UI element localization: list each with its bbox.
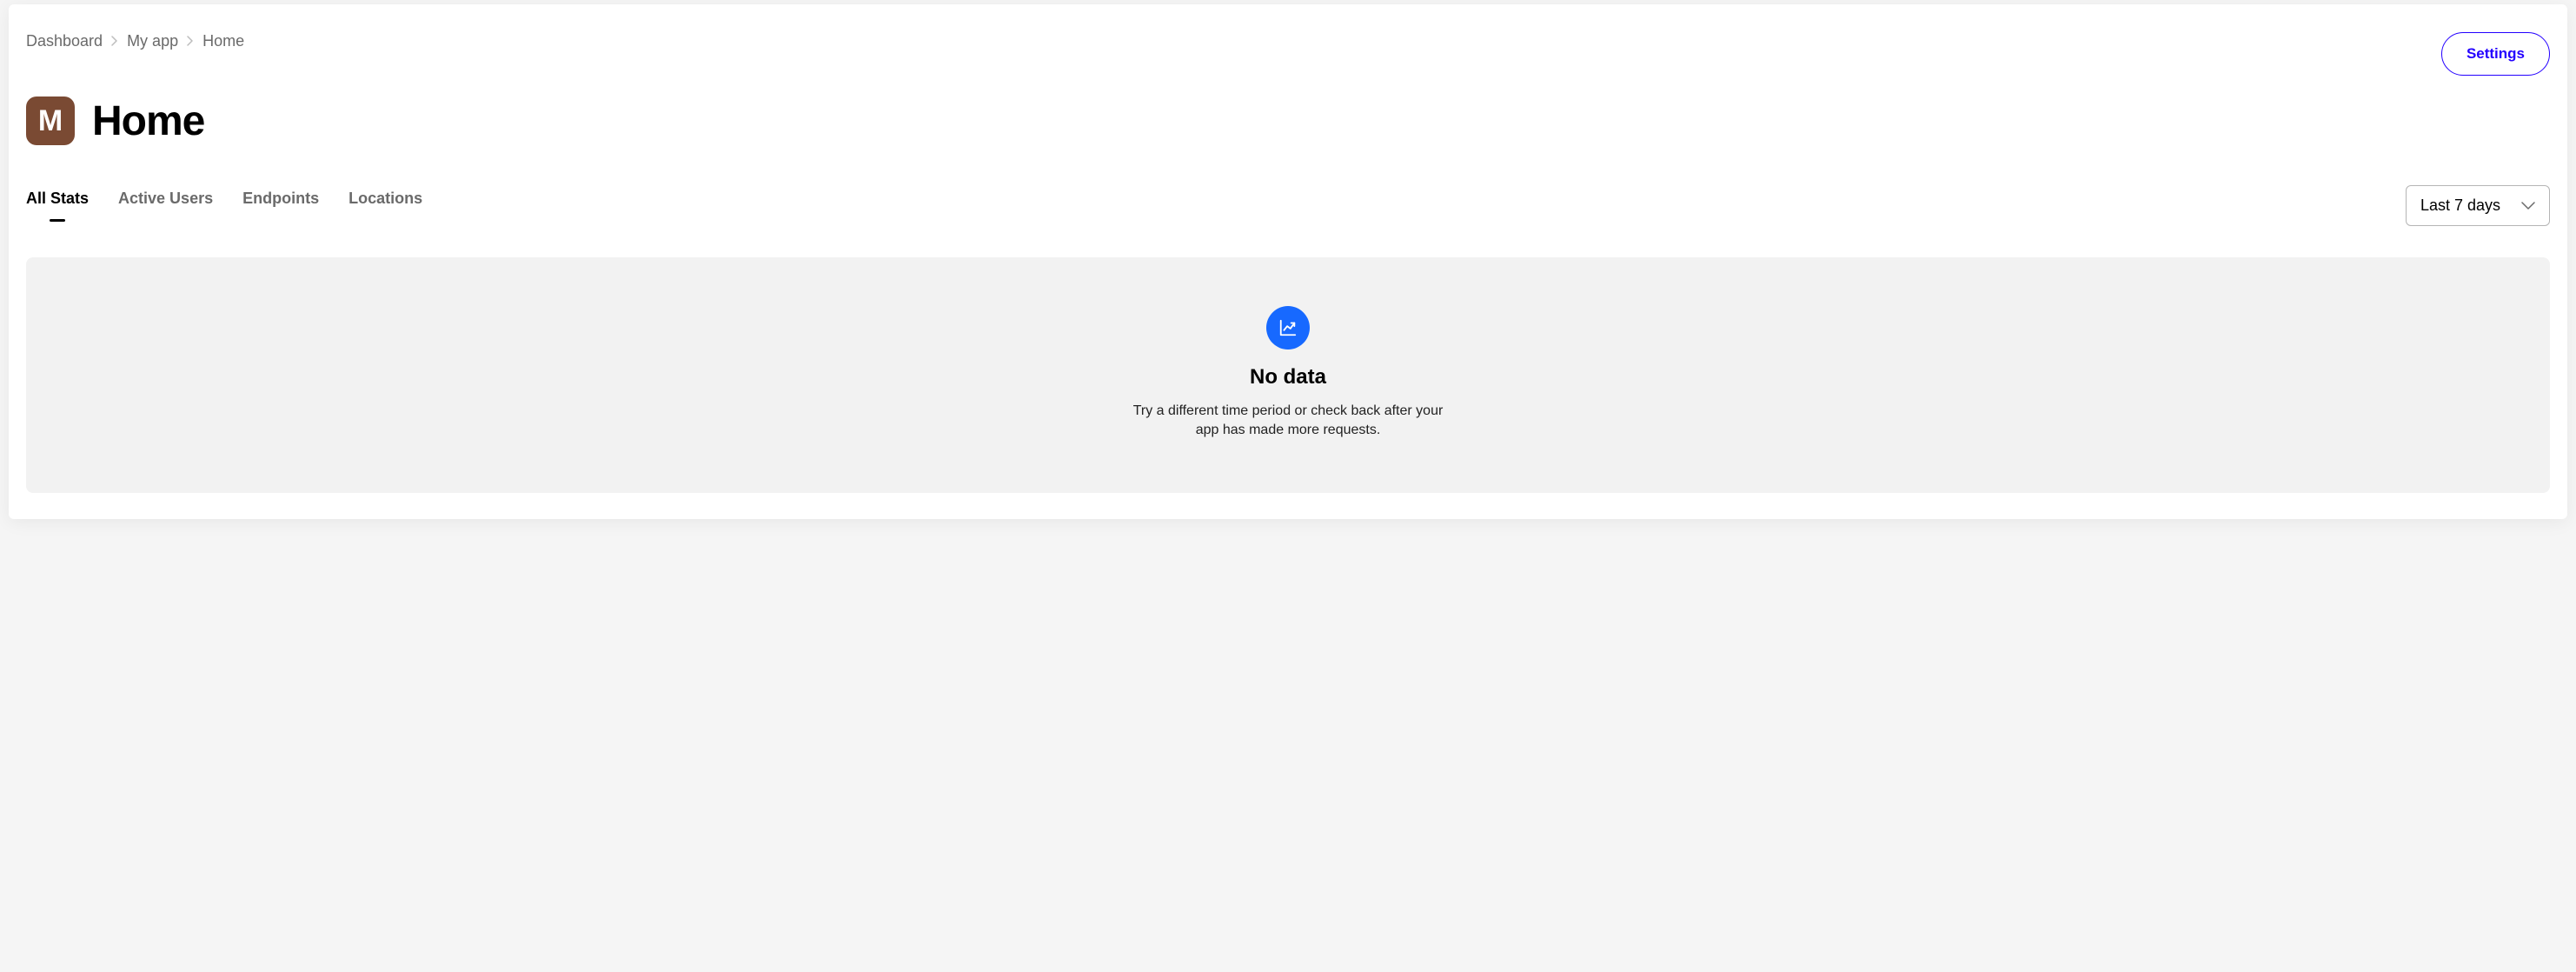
tab-all-stats[interactable]: All Stats: [26, 190, 89, 222]
breadcrumb: Dashboard My app Home: [26, 32, 244, 50]
chevron-down-icon: [2521, 202, 2535, 210]
time-period-select[interactable]: Last 7 days: [2406, 185, 2550, 226]
dashboard-card: Dashboard My app Home Settings M Home Al…: [9, 4, 2567, 519]
tab-locations[interactable]: Locations: [349, 190, 422, 222]
app-icon: M: [26, 97, 75, 145]
tabs-row: All Stats Active Users Endpoints Locatio…: [26, 185, 2550, 226]
time-period-label: Last 7 days: [2420, 196, 2500, 215]
title-row: M Home: [26, 97, 2550, 145]
top-row: Dashboard My app Home Settings: [26, 32, 2550, 76]
chevron-right-icon: [111, 35, 118, 49]
breadcrumb-item-dashboard[interactable]: Dashboard: [26, 32, 103, 50]
settings-button[interactable]: Settings: [2441, 32, 2550, 76]
tabs: All Stats Active Users Endpoints Locatio…: [26, 190, 422, 222]
page-title: Home: [92, 97, 204, 145]
chart-icon: [1266, 306, 1310, 350]
breadcrumb-item-current[interactable]: Home: [202, 32, 244, 50]
breadcrumb-item-app[interactable]: My app: [127, 32, 178, 50]
empty-state-message: Try a different time period or check bac…: [1132, 402, 1444, 441]
chevron-right-icon: [187, 35, 194, 49]
empty-state-panel: No data Try a different time period or c…: [26, 257, 2550, 493]
tab-endpoints[interactable]: Endpoints: [242, 190, 319, 222]
empty-state-title: No data: [1250, 365, 1326, 389]
tab-active-users[interactable]: Active Users: [118, 190, 213, 222]
